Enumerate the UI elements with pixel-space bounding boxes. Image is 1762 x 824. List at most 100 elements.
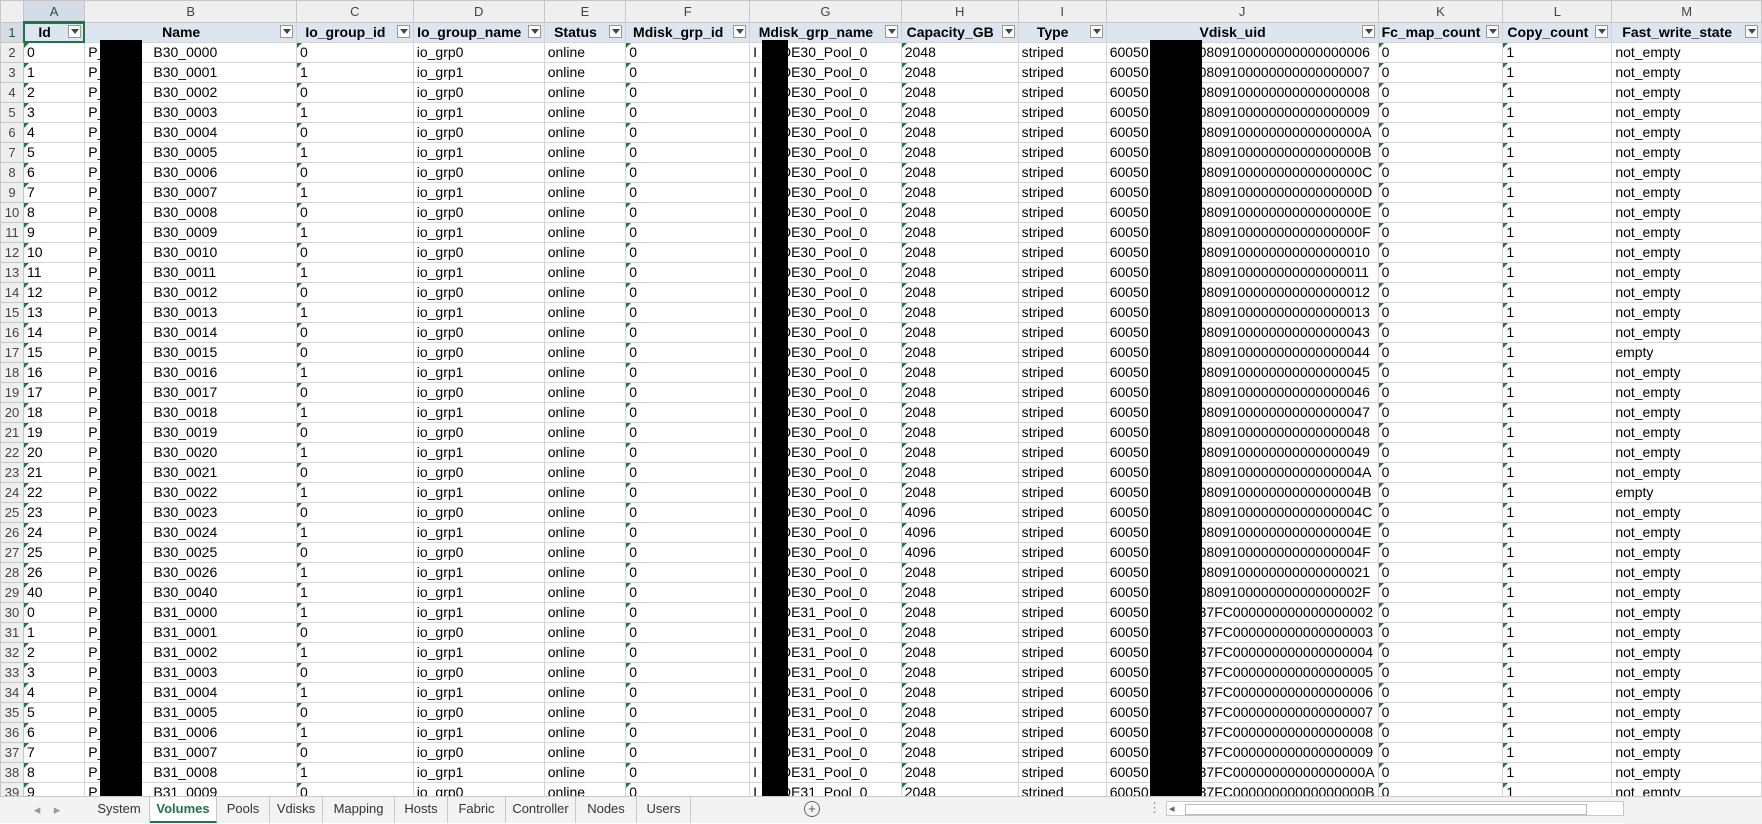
- cell-k[interactable]: 0: [1377, 162, 1504, 183]
- row-number[interactable]: 22: [0, 442, 24, 463]
- cell-e[interactable]: online: [543, 762, 627, 783]
- cell-h[interactable]: 2048: [900, 682, 1019, 703]
- cell-e[interactable]: online: [543, 162, 627, 183]
- row-number[interactable]: 16: [0, 322, 24, 343]
- cell-j[interactable]: 60050 0809100000000000000010: [1105, 242, 1379, 263]
- row-number[interactable]: 21: [0, 422, 24, 443]
- cell-a[interactable]: 5: [22, 142, 86, 163]
- header-cell-type[interactable]: Type: [1017, 21, 1107, 43]
- cell-l[interactable]: 1: [1502, 462, 1613, 483]
- cell-k[interactable]: 0: [1377, 262, 1504, 283]
- cell-a[interactable]: 7: [22, 742, 86, 763]
- cell-j[interactable]: 60050 37FC00000000000000000A: [1105, 762, 1379, 783]
- cell-f[interactable]: 0: [625, 62, 751, 83]
- cell-m[interactable]: not_empty: [1611, 322, 1762, 343]
- cell-d[interactable]: io_grp0: [412, 702, 545, 723]
- cell-l[interactable]: 1: [1502, 282, 1613, 303]
- cell-d[interactable]: io_grp0: [412, 202, 545, 223]
- cell-e[interactable]: online: [543, 742, 627, 763]
- cell-k[interactable]: 0: [1377, 562, 1504, 583]
- cell-k[interactable]: 0: [1377, 762, 1504, 783]
- cell-m[interactable]: not_empty: [1611, 542, 1762, 563]
- cell-e[interactable]: online: [543, 642, 627, 663]
- cell-l[interactable]: 1: [1502, 622, 1613, 643]
- row-number[interactable]: 26: [0, 522, 24, 543]
- cell-d[interactable]: io_grp0: [412, 622, 545, 643]
- cell-l[interactable]: 1: [1502, 302, 1613, 323]
- cell-i[interactable]: striped: [1017, 742, 1107, 763]
- column-header-i[interactable]: I: [1017, 0, 1107, 23]
- header-cell-fast-write-state[interactable]: Fast_write_state: [1611, 21, 1762, 43]
- cell-d[interactable]: io_grp0: [412, 162, 545, 183]
- cell-c[interactable]: 1: [296, 222, 414, 243]
- cell-j[interactable]: 60050 0809100000000000000012: [1105, 282, 1379, 303]
- cell-l[interactable]: 1: [1502, 582, 1613, 603]
- cell-c[interactable]: 1: [296, 442, 414, 463]
- cell-a[interactable]: 4: [22, 122, 86, 143]
- add-sheet-icon[interactable]: +: [804, 801, 820, 817]
- cell-h[interactable]: 2048: [900, 622, 1019, 643]
- cell-e[interactable]: online: [543, 662, 627, 683]
- cell-j[interactable]: 60050 37FC000000000000000009: [1105, 742, 1379, 763]
- cell-f[interactable]: 0: [625, 482, 751, 503]
- cell-m[interactable]: not_empty: [1611, 742, 1762, 763]
- cell-d[interactable]: io_grp1: [412, 102, 545, 123]
- header-cell-fc-map-count[interactable]: Fc_map_count: [1377, 21, 1504, 43]
- cell-c[interactable]: 1: [296, 262, 414, 283]
- filter-dropdown-icon[interactable]: [1361, 24, 1375, 38]
- cell-l[interactable]: 1: [1502, 362, 1613, 383]
- cell-c[interactable]: 0: [296, 742, 414, 763]
- filter-dropdown-icon[interactable]: [396, 24, 410, 38]
- cell-l[interactable]: 1: [1502, 182, 1613, 203]
- cell-i[interactable]: striped: [1017, 722, 1107, 743]
- cell-l[interactable]: 1: [1502, 742, 1613, 763]
- cell-i[interactable]: striped: [1017, 242, 1107, 263]
- scroll-left-icon[interactable]: ◂: [1169, 802, 1175, 816]
- cell-l[interactable]: 1: [1502, 122, 1613, 143]
- cell-e[interactable]: online: [543, 242, 627, 263]
- cell-e[interactable]: online: [543, 262, 627, 283]
- cell-f[interactable]: 0: [625, 362, 751, 383]
- cell-m[interactable]: not_empty: [1611, 502, 1762, 523]
- cell-a[interactable]: 40: [22, 582, 86, 603]
- cell-i[interactable]: striped: [1017, 762, 1107, 783]
- cell-h[interactable]: 2048: [900, 382, 1019, 403]
- cell-d[interactable]: io_grp0: [412, 462, 545, 483]
- cell-c[interactable]: 0: [296, 82, 414, 103]
- horizontal-scrollbar[interactable]: ◂: [1166, 801, 1624, 816]
- cell-m[interactable]: not_empty: [1611, 242, 1762, 263]
- cell-f[interactable]: 0: [625, 542, 751, 563]
- cell-k[interactable]: 0: [1377, 602, 1504, 623]
- cell-m[interactable]: not_empty: [1611, 662, 1762, 683]
- cell-d[interactable]: io_grp0: [412, 502, 545, 523]
- header-cell-copy-count[interactable]: Copy_count: [1502, 21, 1613, 43]
- filter-dropdown-icon[interactable]: [1089, 24, 1103, 38]
- cell-i[interactable]: striped: [1017, 62, 1107, 83]
- column-header-g[interactable]: G: [749, 0, 902, 23]
- cell-m[interactable]: not_empty: [1611, 702, 1762, 723]
- cell-i[interactable]: striped: [1017, 442, 1107, 463]
- cell-c[interactable]: 1: [296, 722, 414, 743]
- cell-j[interactable]: 60050 080910000000000000004A: [1105, 462, 1379, 483]
- cell-i[interactable]: striped: [1017, 102, 1107, 123]
- cell-f[interactable]: 0: [625, 382, 751, 403]
- cell-a[interactable]: 4: [22, 682, 86, 703]
- row-number[interactable]: 32: [0, 642, 24, 663]
- cell-m[interactable]: not_empty: [1611, 122, 1762, 143]
- cell-f[interactable]: 0: [625, 422, 751, 443]
- cell-h[interactable]: 2048: [900, 82, 1019, 103]
- cell-e[interactable]: online: [543, 82, 627, 103]
- cell-e[interactable]: online: [543, 142, 627, 163]
- cell-l[interactable]: 1: [1502, 442, 1613, 463]
- cell-a[interactable]: 23: [22, 502, 86, 523]
- cell-e[interactable]: online: [543, 422, 627, 443]
- cell-j[interactable]: 60050 0809100000000000000049: [1105, 442, 1379, 463]
- cell-e[interactable]: online: [543, 202, 627, 223]
- cell-l[interactable]: 1: [1502, 102, 1613, 123]
- cell-c[interactable]: 0: [296, 342, 414, 363]
- cell-m[interactable]: not_empty: [1611, 82, 1762, 103]
- cell-h[interactable]: 4096: [900, 522, 1019, 543]
- cell-c[interactable]: 1: [296, 182, 414, 203]
- column-header-j[interactable]: J: [1105, 0, 1379, 23]
- cell-c[interactable]: 0: [296, 462, 414, 483]
